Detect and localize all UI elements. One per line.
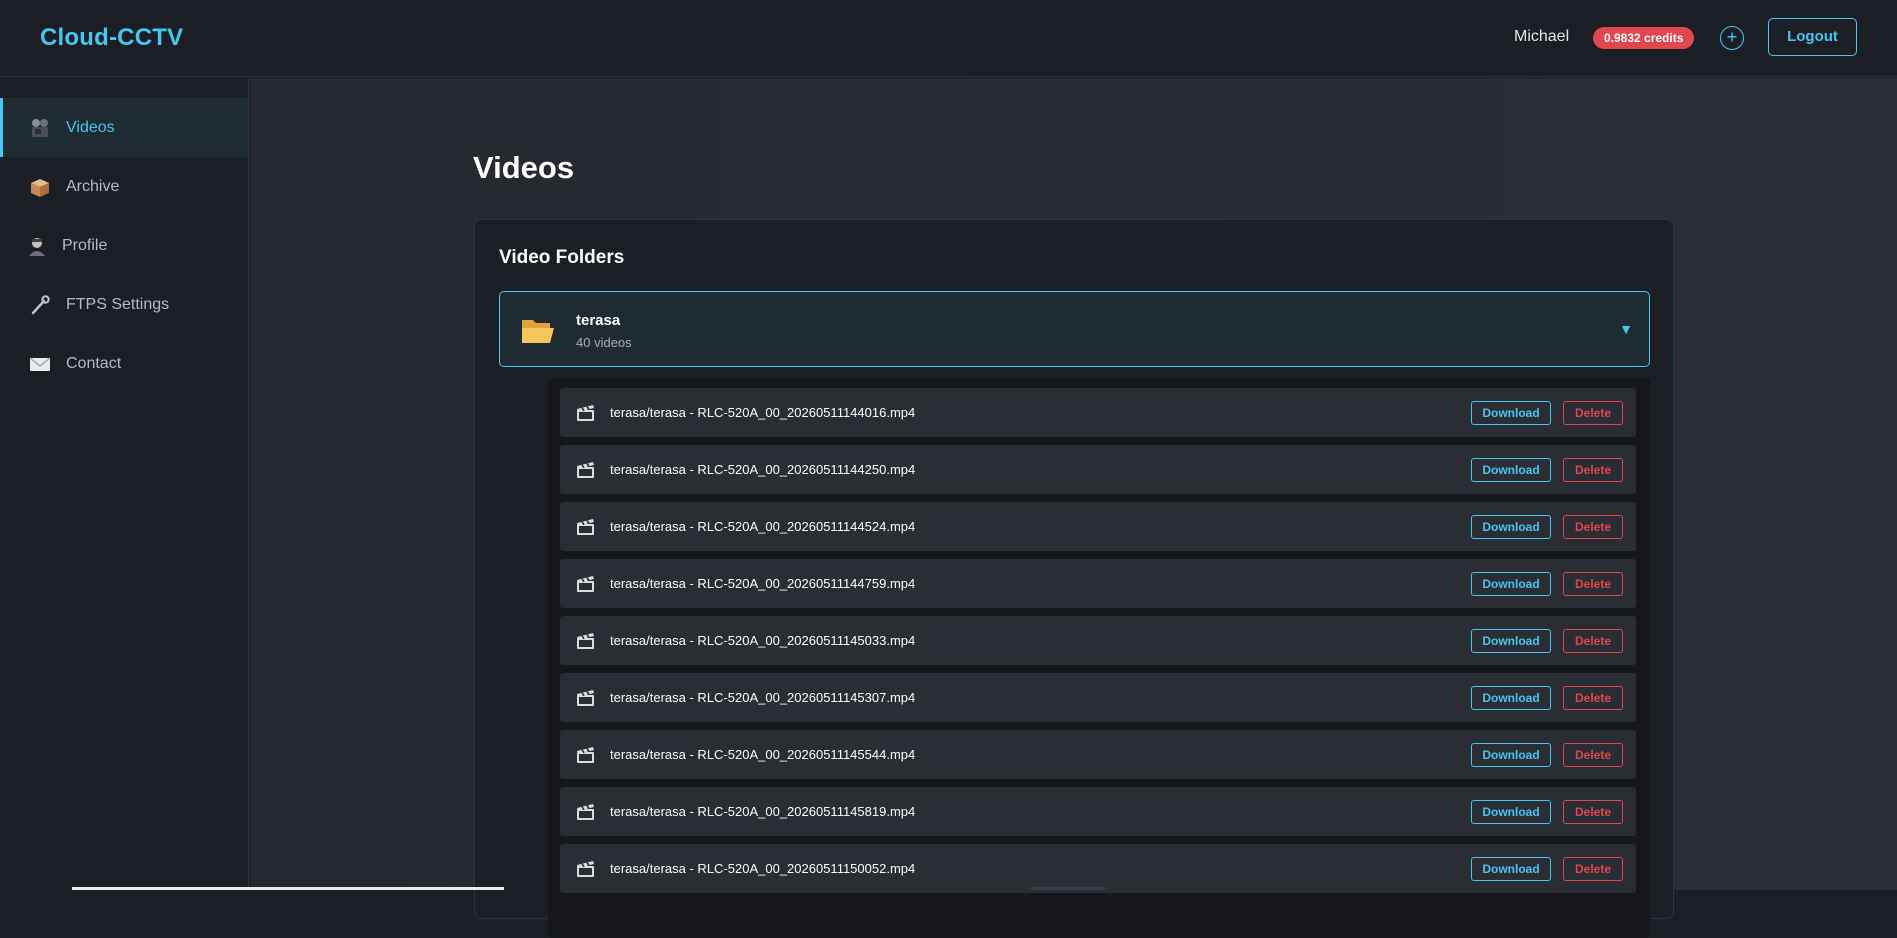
video-filename: terasa/terasa - RLC-520A_00_202605111455…: [610, 747, 916, 762]
main-content: Videos Video Folders terasa 40 videos ▼ …: [250, 78, 1897, 938]
clapperboard-icon: [576, 859, 595, 878]
clapperboard-icon: [576, 631, 595, 650]
brand-logo[interactable]: Cloud-CCTV: [40, 24, 183, 52]
page-title: Videos: [473, 150, 575, 185]
list-item: terasa/terasa - RLC-520A_00_202605111455…: [560, 730, 1636, 779]
user-icon: [26, 235, 48, 257]
sidebar-item-archive[interactable]: Archive: [0, 157, 248, 216]
video-filename: terasa/terasa - RLC-520A_00_202605111447…: [610, 576, 916, 591]
clapperboard-icon: [576, 574, 595, 593]
list-item: terasa/terasa - RLC-520A_00_202605111445…: [560, 502, 1636, 551]
download-button[interactable]: Download: [1471, 743, 1551, 767]
video-filename: terasa/terasa - RLC-520A_00_202605111458…: [610, 804, 916, 819]
clapperboard-icon: [576, 688, 595, 707]
delete-button[interactable]: Delete: [1563, 572, 1623, 596]
list-item: terasa/terasa - RLC-520A_00_202605111442…: [560, 445, 1636, 494]
download-button[interactable]: Download: [1471, 401, 1551, 425]
delete-button[interactable]: Delete: [1563, 857, 1623, 881]
credits-badge: 0.9832 credits: [1593, 27, 1695, 49]
video-filename: terasa/terasa - RLC-520A_00_202605111500…: [610, 861, 916, 876]
video-filename: terasa/terasa - RLC-520A_00_202605111445…: [610, 519, 916, 534]
clapperboard-icon: [576, 517, 595, 536]
folder-video-count: 40 videos: [576, 335, 632, 350]
envelope-icon: [29, 353, 51, 375]
folder-name: terasa: [576, 312, 621, 329]
sidebar-item-label: Videos: [66, 118, 115, 136]
sidebar-item-videos[interactable]: Videos: [0, 98, 248, 157]
clapperboard-icon: [576, 460, 595, 479]
sidebar-item-label: Profile: [62, 236, 108, 254]
video-filename: terasa/terasa - RLC-520A_00_202605111440…: [610, 405, 916, 420]
list-item: terasa/terasa - RLC-520A_00_202605111453…: [560, 673, 1636, 722]
delete-button[interactable]: Delete: [1563, 401, 1623, 425]
video-filename: terasa/terasa - RLC-520A_00_202605111442…: [610, 462, 916, 477]
logout-button[interactable]: Logout: [1768, 18, 1857, 56]
sidebar-item-profile[interactable]: Profile: [0, 216, 248, 275]
video-folders-panel: Video Folders terasa 40 videos ▼ terasa/…: [474, 219, 1674, 938]
sidebar-item-label: Archive: [66, 177, 120, 195]
download-button[interactable]: Download: [1471, 515, 1551, 539]
delete-button[interactable]: Delete: [1563, 743, 1623, 767]
download-button[interactable]: Download: [1471, 800, 1551, 824]
download-button[interactable]: Download: [1471, 458, 1551, 482]
video-list: terasa/terasa - RLC-520A_00_202605111440…: [548, 378, 1650, 938]
panel-title: Video Folders: [499, 247, 625, 268]
delete-button[interactable]: Delete: [1563, 686, 1623, 710]
sidebar-item-label: FTPS Settings: [66, 295, 170, 313]
list-item: terasa/terasa - RLC-520A_00_202605111458…: [560, 787, 1636, 836]
box-icon: [29, 176, 51, 198]
sidebar-item-ftps-settings[interactable]: FTPS Settings: [0, 275, 248, 334]
open-folder-icon: [520, 317, 556, 345]
list-item: terasa/terasa - RLC-520A_00_202605111447…: [560, 559, 1636, 608]
sidebar-item-contact[interactable]: Contact: [0, 334, 248, 393]
film-camera-icon: [29, 117, 51, 139]
list-item: terasa/terasa - RLC-520A_00_202605111500…: [560, 844, 1636, 893]
sidebar: Videos Archive Profile FTPS Settings Con…: [0, 78, 249, 890]
delete-button[interactable]: Delete: [1563, 515, 1623, 539]
download-button[interactable]: Download: [1471, 572, 1551, 596]
download-button[interactable]: Download: [1471, 629, 1551, 653]
user-name: Michael: [1514, 28, 1570, 45]
chevron-down-icon[interactable]: ▼: [1619, 321, 1633, 337]
sidebar-item-label: Contact: [66, 354, 122, 372]
list-item: terasa/terasa - RLC-520A_00_202605111450…: [560, 616, 1636, 665]
delete-button[interactable]: Delete: [1563, 629, 1623, 653]
delete-button[interactable]: Delete: [1563, 800, 1623, 824]
delete-button[interactable]: Delete: [1563, 458, 1623, 482]
clapperboard-icon: [576, 745, 595, 764]
folder-header-terasa[interactable]: terasa 40 videos ▼: [499, 291, 1650, 367]
download-button[interactable]: Download: [1471, 686, 1551, 710]
list-item: terasa/terasa - RLC-520A_00_202605111440…: [560, 388, 1636, 437]
wrench-icon: [29, 294, 51, 316]
video-filename: terasa/terasa - RLC-520A_00_202605111450…: [610, 633, 916, 648]
clapperboard-icon: [576, 802, 595, 821]
video-filename: terasa/terasa - RLC-520A_00_202605111453…: [610, 690, 916, 705]
clapperboard-icon: [576, 403, 595, 422]
top-bar: Cloud-CCTV Michael 0.9832 credits + Logo…: [0, 0, 1897, 77]
download-button[interactable]: Download: [1471, 857, 1551, 881]
add-credits-button[interactable]: +: [1720, 26, 1744, 50]
